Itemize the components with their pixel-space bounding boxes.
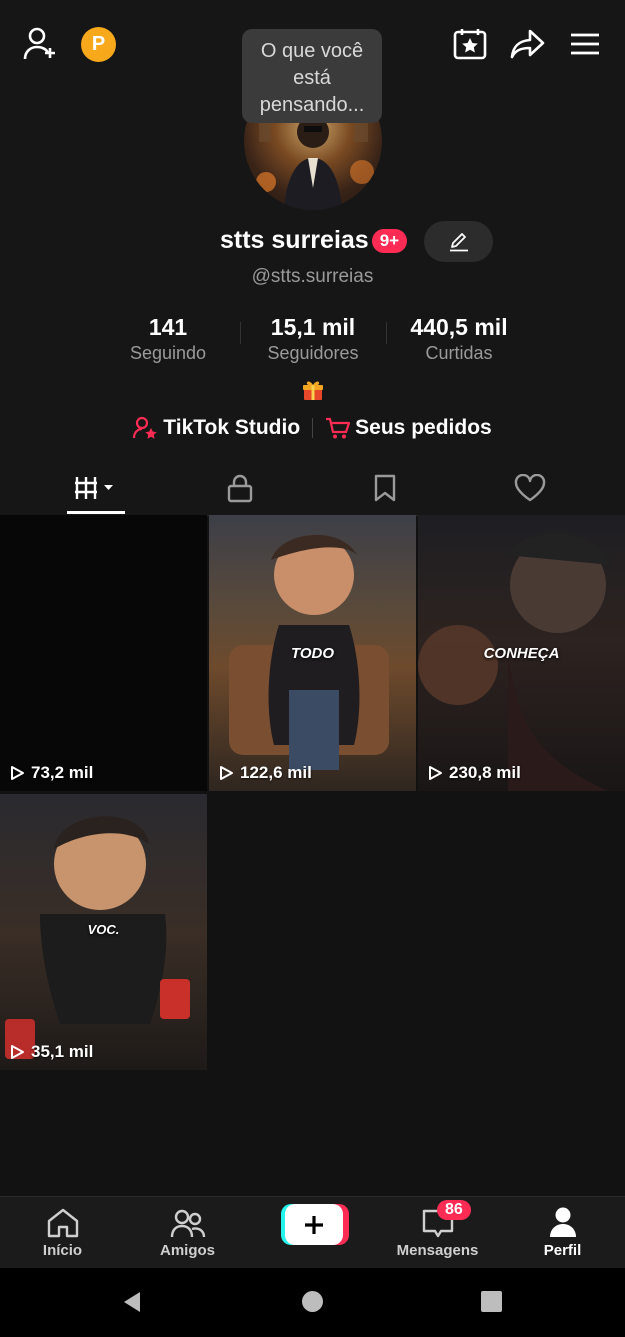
- video-overlay-text: VOC.: [87, 922, 120, 937]
- back-icon[interactable]: [120, 1290, 144, 1314]
- active-tab-indicator: [67, 511, 125, 514]
- home-circle-icon[interactable]: [302, 1291, 323, 1312]
- view-count: 230,8 mil: [427, 763, 521, 783]
- stat-value: 15,1 mil: [270, 314, 356, 340]
- video-overlay-text: CONHEÇA: [483, 645, 560, 662]
- video-thumbnail[interactable]: CONHEÇA 230,8 mil: [418, 515, 625, 791]
- orders-label: Seus pedidos: [355, 416, 492, 439]
- stat-following[interactable]: 141 Seguindo: [108, 314, 228, 364]
- pencil-icon: [450, 233, 468, 252]
- view-count: 73,2 mil: [9, 763, 93, 783]
- system-navigation-bar: [0, 1268, 625, 1337]
- profile-tabs: [0, 460, 625, 516]
- stat-followers[interactable]: 15,1 mil Seguidores: [248, 314, 378, 364]
- stat-likes[interactable]: 440,5 mil Curtidas: [394, 314, 524, 364]
- bookmark-icon: [374, 474, 396, 501]
- creator-star-icon: [133, 416, 157, 439]
- menu-icon[interactable]: [570, 32, 600, 61]
- bottom-navigation: Início Amigos 86 Mensagens Perfil: [0, 1196, 625, 1268]
- cart-icon: [326, 417, 351, 439]
- nav-profile-label: Perfil: [543, 1242, 582, 1259]
- lock-icon: [227, 474, 253, 502]
- view-count-label: 35,1 mil: [31, 1042, 94, 1061]
- play-icon: [11, 1045, 24, 1059]
- stat-label: Curtidas: [425, 343, 493, 363]
- tiktok-studio-label: TikTok Studio: [163, 416, 301, 439]
- display-name: stts surreias: [220, 226, 369, 254]
- plus-icon: [285, 1204, 343, 1245]
- coin-label: P: [91, 33, 106, 55]
- view-count-label: 73,2 mil: [31, 763, 94, 782]
- nav-messages[interactable]: 86 Mensagens: [375, 1197, 500, 1268]
- orders-link[interactable]: Seus pedidos: [325, 416, 492, 440]
- view-count-label: 122,6 mil: [240, 763, 312, 782]
- status-thought-bubble[interactable]: O que você está pensando...: [242, 29, 382, 123]
- divider: [386, 322, 387, 344]
- play-icon: [429, 766, 442, 780]
- play-icon: [220, 766, 233, 780]
- view-count: 35,1 mil: [9, 1042, 93, 1062]
- tab-saved[interactable]: [307, 460, 463, 515]
- view-count: 122,6 mil: [218, 763, 312, 783]
- grid-dropdown-icon: [75, 476, 113, 499]
- tab-videos[interactable]: [18, 460, 174, 515]
- stat-label: Seguindo: [129, 343, 207, 363]
- notification-badge: 9+: [371, 228, 408, 253]
- profile-icon: [550, 1207, 576, 1237]
- home-icon: [47, 1208, 79, 1238]
- stat-label: Seguidores: [267, 343, 359, 363]
- nav-friends-label: Amigos: [159, 1242, 215, 1259]
- nav-profile[interactable]: Perfil: [500, 1197, 625, 1268]
- share-icon[interactable]: [510, 28, 546, 65]
- recents-icon[interactable]: [481, 1291, 502, 1312]
- stat-value: 141: [148, 314, 188, 340]
- tab-private[interactable]: [162, 460, 318, 515]
- display-name-row: stts surreias 9+: [220, 226, 408, 255]
- nav-home[interactable]: Início: [0, 1197, 125, 1268]
- nav-home-label: Início: [42, 1242, 83, 1259]
- tiktok-studio-link[interactable]: TikTok Studio: [133, 416, 300, 440]
- coin-icon[interactable]: P: [81, 27, 116, 62]
- video-thumbnail[interactable]: TODO 122,6 mil: [209, 515, 416, 791]
- username: @stts.surreias: [251, 266, 374, 287]
- tab-liked[interactable]: [452, 460, 608, 515]
- play-icon: [11, 766, 24, 780]
- create-button[interactable]: [250, 1197, 375, 1268]
- nav-friends[interactable]: Amigos: [125, 1197, 250, 1268]
- calendar-star-icon[interactable]: [452, 27, 488, 66]
- video-overlay-text: TODO: [290, 645, 335, 662]
- divider: [312, 418, 314, 438]
- nav-messages-label: Mensagens: [396, 1242, 479, 1259]
- add-friend-icon[interactable]: [22, 26, 60, 67]
- quick-links: TikTok Studio Seus pedidos: [0, 416, 625, 440]
- gift-icon[interactable]: [302, 379, 324, 406]
- heart-icon: [514, 473, 546, 501]
- video-thumbnail[interactable]: 73,2 mil: [0, 515, 207, 791]
- stat-value: 440,5 mil: [410, 314, 508, 340]
- video-thumbnail[interactable]: VOC. 35,1 mil: [0, 794, 207, 1070]
- divider: [240, 322, 241, 344]
- messages-badge: 86: [437, 1200, 471, 1220]
- friends-icon: [170, 1209, 206, 1238]
- view-count-label: 230,8 mil: [449, 763, 521, 782]
- edit-profile-button[interactable]: [424, 221, 493, 262]
